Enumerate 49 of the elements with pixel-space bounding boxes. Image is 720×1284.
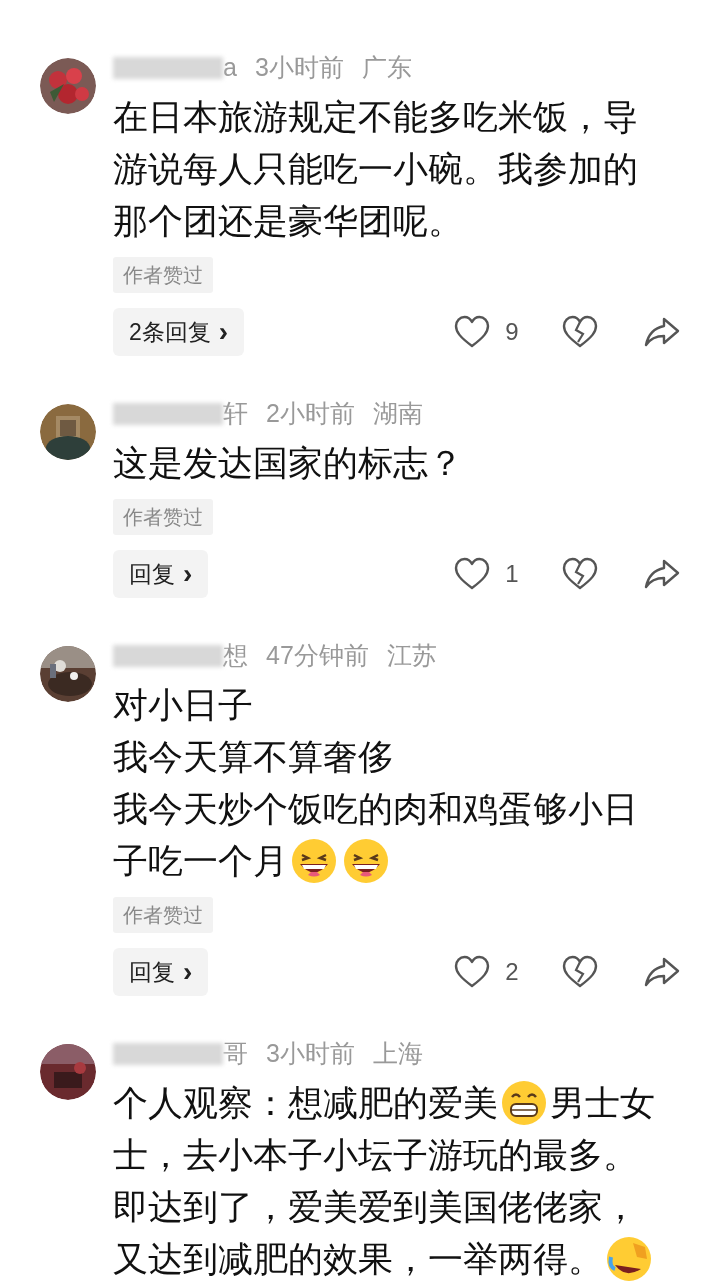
- reply-button[interactable]: 2条回复 ›: [113, 308, 245, 356]
- heart-icon: [454, 955, 490, 989]
- comment-text: 那个团还是豪华团呢。: [113, 200, 463, 242]
- comment-text: 又达到减肥的效果，一举两得。: [113, 1238, 603, 1280]
- like-button[interactable]: 9: [454, 314, 520, 350]
- heart-icon: [454, 315, 490, 349]
- share-icon: [644, 956, 680, 988]
- comment-text: 这是发达国家的标志？: [113, 442, 463, 484]
- comment-text: 个人观察：想减肥的爱美: [113, 1082, 498, 1124]
- author-liked-tag: 作者赞过: [113, 897, 213, 933]
- reply-button[interactable]: 回复 ›: [113, 948, 209, 996]
- like-button[interactable]: 2: [454, 954, 520, 990]
- crying-laughing-emoji-icon: [605, 1235, 653, 1283]
- broken-heart-icon: [562, 315, 598, 349]
- comment-time: 3小时前: [254, 52, 344, 84]
- like-button[interactable]: 1: [454, 556, 520, 592]
- reply-button[interactable]: 回复 ›: [113, 550, 209, 598]
- comment-text: 士，去小本子小坛子游玩的最多。: [113, 1134, 638, 1176]
- dislike-button[interactable]: [562, 557, 598, 591]
- comment-text: 子吃一个月: [113, 840, 288, 882]
- laughing-emoji-icon: [290, 837, 338, 885]
- comment-text: 男士女: [550, 1082, 655, 1124]
- dislike-button[interactable]: [562, 955, 598, 989]
- share-button[interactable]: [644, 558, 680, 590]
- author-liked-tag: 作者赞过: [113, 257, 213, 293]
- comment-text: 在日本旅游规定不能多吃米饭，导: [113, 96, 638, 138]
- comment-text: 我今天算不算奢侈: [113, 736, 393, 778]
- laughing-emoji-icon: [342, 837, 390, 885]
- dislike-button[interactable]: [562, 315, 598, 349]
- comment-location: 湖南: [372, 398, 423, 430]
- grinning-emoji-icon: [500, 1079, 548, 1127]
- share-button[interactable]: [644, 316, 680, 348]
- comment-location: 江苏: [386, 640, 437, 672]
- share-icon: [644, 316, 680, 348]
- broken-heart-icon: [562, 955, 598, 989]
- comment-time: 2小时前: [266, 398, 355, 430]
- comment-text: 游说每人只能吃一小碗。我参加的: [113, 148, 638, 190]
- heart-icon: [454, 557, 490, 591]
- comment-text: 对小日子: [113, 684, 253, 726]
- comment-location: 广东: [361, 52, 412, 84]
- comment-time: 3小时前: [266, 1038, 355, 1070]
- author-liked-tag: 作者赞过: [113, 499, 213, 535]
- comment-text: 我今天炒个饭吃的肉和鸡蛋够小日: [113, 788, 638, 830]
- share-button[interactable]: [644, 956, 680, 988]
- share-icon: [644, 558, 680, 590]
- broken-heart-icon: [562, 557, 598, 591]
- comment-text: 即达到了，爱美爱到美国佬佬家，: [113, 1186, 638, 1228]
- comment-time: 47分钟前: [266, 640, 369, 672]
- comment-location: 上海: [372, 1038, 423, 1070]
